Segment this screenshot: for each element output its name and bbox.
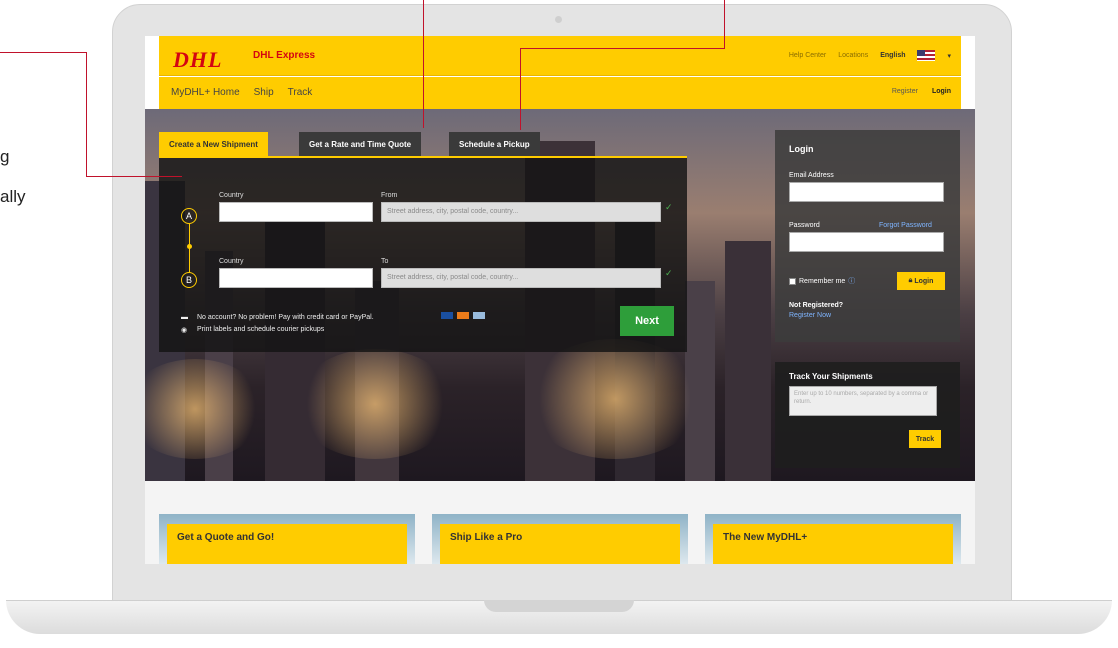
register-link[interactable]: Register — [892, 88, 918, 95]
point-a-icon: A — [181, 208, 197, 224]
language-selector[interactable]: English — [880, 52, 905, 59]
us-flag-icon[interactable] — [917, 50, 936, 61]
shipment-panel: A B Country From Street address, city, p… — [159, 156, 687, 352]
annotation-line — [86, 176, 182, 177]
promo-card[interactable]: Ship Like a Pro — [432, 514, 688, 564]
nav-track[interactable]: Track — [288, 87, 313, 98]
track-button[interactable]: Track — [909, 430, 941, 448]
tab-create-shipment[interactable]: Create a New Shipment — [159, 132, 268, 156]
top-header: DHL DHL Express Help Center Locations En… — [159, 36, 961, 76]
nav-mydhl-home[interactable]: MyDHL+ Home — [171, 87, 240, 98]
password-field[interactable] — [789, 232, 944, 252]
check-icon: ✓ — [665, 268, 673, 278]
from-address-input[interactable]: Street address, city, postal code, count… — [381, 202, 661, 222]
browser-screen: DHL DHL Express Help Center Locations En… — [145, 36, 975, 564]
print-labels-text: Print labels and schedule courier pickup… — [197, 326, 325, 333]
help-center-link[interactable]: Help Center — [789, 52, 826, 59]
remember-checkbox[interactable] — [789, 277, 796, 285]
annotation-line — [0, 52, 86, 53]
chevron-down-icon[interactable]: ▾ — [947, 52, 951, 60]
email-label: Email Address — [789, 172, 834, 179]
annotation-line — [86, 52, 87, 176]
to-label: To — [381, 258, 389, 265]
check-icon: ✓ — [665, 202, 673, 212]
annotation-line — [520, 48, 725, 49]
remember-me-label: Remember me — [799, 277, 846, 285]
forgot-password-link[interactable]: Forgot Password — [879, 222, 932, 229]
nav-ship[interactable]: Ship — [254, 87, 274, 98]
tracking-number-input[interactable]: Enter up to 10 numbers, separated by a c… — [789, 386, 937, 416]
track-title: Track Your Shipments — [789, 372, 873, 381]
promo-card-title: Get a Quote and Go! — [167, 524, 407, 564]
annotation-line — [520, 48, 521, 130]
lock-icon: 🔒︎ — [908, 277, 913, 284]
promo-card[interactable]: Get a Quote and Go! — [159, 514, 415, 564]
password-label: Password — [789, 222, 820, 229]
point-b-icon: B — [181, 272, 197, 288]
next-button[interactable]: Next — [620, 306, 674, 336]
promo-card-title: The New MyDHL+ — [713, 524, 953, 564]
to-country-input[interactable] — [219, 268, 373, 288]
payment-cards-icons — [441, 312, 485, 319]
from-country-input[interactable] — [219, 202, 373, 222]
printer-icon: ◉ — [181, 327, 188, 334]
not-registered-text: Not Registered? — [789, 302, 844, 309]
camera-icon — [555, 16, 562, 23]
login-link[interactable]: Login — [932, 88, 951, 95]
email-field[interactable] — [789, 182, 944, 202]
laptop-notch — [484, 600, 634, 612]
tab-schedule-pickup[interactable]: Schedule a Pickup — [449, 132, 540, 156]
payment-info-text: No account? No problem! Pay with credit … — [197, 314, 374, 321]
promo-card[interactable]: The New MyDHL+ — [705, 514, 961, 564]
annotation-line — [423, 0, 424, 128]
info-icon[interactable]: ⓘ — [848, 276, 855, 286]
marketing-graphic: g ally DHL DHL Express Help Center Locat — [0, 0, 1118, 648]
product-name: DHL Express — [253, 50, 316, 61]
login-button[interactable]: 🔒︎ Login — [897, 272, 945, 290]
from-country-label: Country — [219, 192, 244, 199]
main-nav: MyDHL+ Home Ship Track Register Login — [159, 77, 961, 109]
login-panel: Login Email Address Password Forgot Pass… — [775, 130, 960, 342]
annotation-line — [724, 0, 725, 48]
tab-rate-quote[interactable]: Get a Rate and Time Quote — [299, 132, 422, 156]
to-country-label: Country — [219, 258, 244, 265]
annotation-text-2: ally — [0, 187, 26, 206]
locations-link[interactable]: Locations — [838, 52, 868, 59]
from-label: From — [381, 192, 398, 199]
dhl-logo[interactable]: DHL — [173, 47, 222, 73]
card-icon: ▬ — [181, 314, 188, 321]
promo-card-title: Ship Like a Pro — [440, 524, 680, 564]
register-now-link[interactable]: Register Now — [789, 312, 831, 319]
to-address-input[interactable]: Street address, city, postal code, count… — [381, 268, 661, 288]
login-title: Login — [789, 144, 814, 154]
track-panel: Track Your Shipments Enter up to 10 numb… — [775, 362, 960, 468]
annotation-text-1: g — [0, 147, 10, 166]
